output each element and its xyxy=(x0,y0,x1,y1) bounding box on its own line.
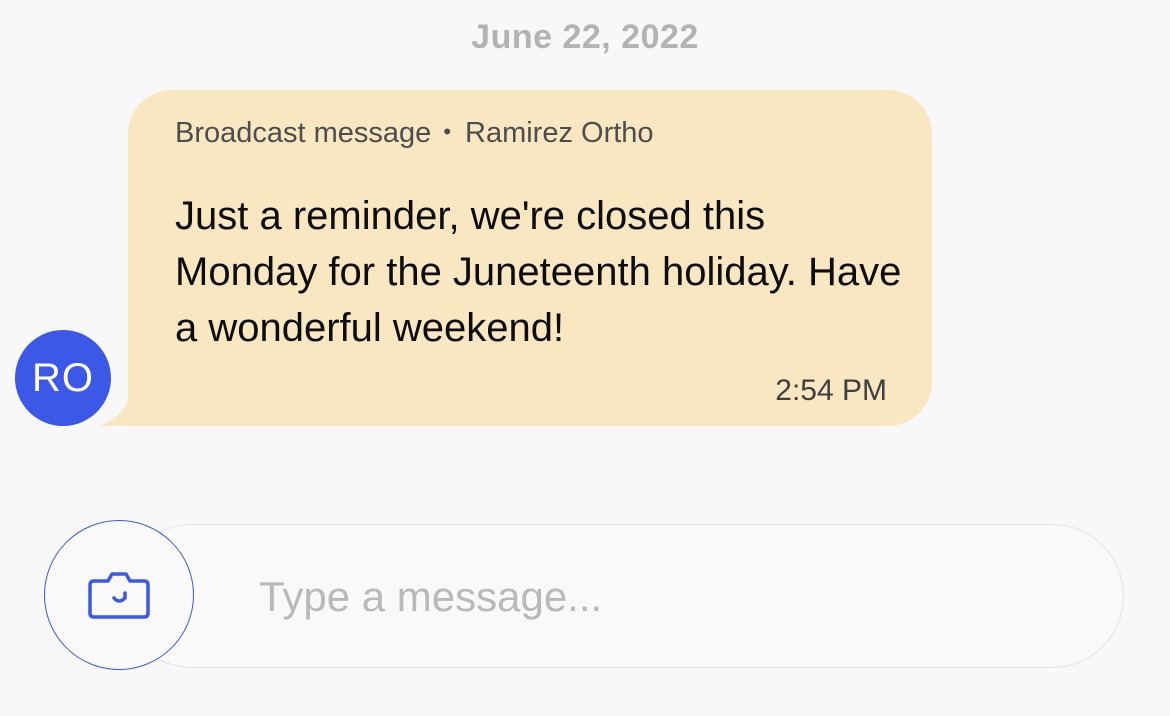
message-meta: Broadcast message • Ramirez Ortho xyxy=(175,117,654,150)
camera-button[interactable] xyxy=(44,520,194,670)
avatar[interactable]: RO xyxy=(15,330,111,426)
meta-separator: • xyxy=(443,119,452,144)
message-input-placeholder: Type a message... xyxy=(259,573,603,620)
message-bubble[interactable]: Broadcast message • Ramirez Ortho Just a r… xyxy=(128,90,932,426)
camera-icon xyxy=(88,572,150,619)
avatar-initials: RO xyxy=(32,355,94,400)
message-input[interactable]: Type a message... xyxy=(120,524,1124,668)
message-text: Just a reminder, we're closed this Monda… xyxy=(175,194,902,350)
sender-name: Ramirez Ortho xyxy=(465,117,654,149)
message-type-label: Broadcast message xyxy=(175,117,432,149)
message-time: 2:54 PM xyxy=(775,374,887,407)
date-header: June 22, 2022 xyxy=(471,18,699,56)
